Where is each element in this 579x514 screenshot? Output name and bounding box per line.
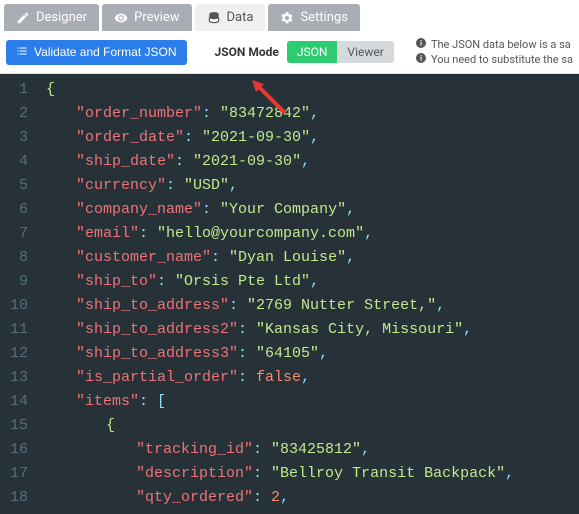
info-icon: i (415, 52, 427, 67)
toolbar: Validate and Format JSON JSON Mode JSON … (0, 31, 579, 74)
code-line: "ship_date": "2021-09-30", (46, 150, 514, 174)
mode-json-button[interactable]: JSON (287, 41, 338, 63)
code-line: "ship_to": "Orsis Pte Ltd", (46, 270, 514, 294)
tab-label: Preview (134, 10, 179, 25)
tab-label: Data (227, 10, 254, 25)
validate-button[interactable]: Validate and Format JSON (6, 40, 187, 65)
svg-text:i: i (420, 55, 422, 63)
code-line: { (46, 414, 514, 438)
code-line: "ship_to_address3": "64105", (46, 342, 514, 366)
tab-preview[interactable]: Preview (102, 4, 191, 31)
code-line: "company_name": "Your Company", (46, 198, 514, 222)
gear-icon (280, 11, 294, 25)
line-gutter: 123456789101112131415161718 (0, 74, 38, 514)
mode-label: JSON Mode (215, 45, 279, 59)
database-icon (207, 11, 221, 25)
tab-designer[interactable]: Designer (4, 4, 99, 31)
eye-icon (114, 11, 128, 25)
info-text: You need to substitute the sa (431, 53, 573, 66)
info-text: The JSON data below is a sa (431, 38, 571, 51)
list-icon (16, 45, 28, 60)
tab-label: Settings (300, 10, 347, 25)
tab-settings[interactable]: Settings (268, 4, 359, 31)
code-line: "ship_to_address2": "Kansas City, Missou… (46, 318, 514, 342)
code-line: "customer_name": "Dyan Louise", (46, 246, 514, 270)
tab-bar: Designer Preview Data Settings (0, 0, 579, 31)
code-line: "ship_to_address": "2769 Nutter Street,"… (46, 294, 514, 318)
code-line: "is_partial_order": false, (46, 366, 514, 390)
json-editor[interactable]: 123456789101112131415161718 {"order_numb… (0, 74, 579, 514)
code-line: "currency": "USD", (46, 174, 514, 198)
svg-text:i: i (420, 40, 422, 48)
code-line: "email": "hello@yourcompany.com", (46, 222, 514, 246)
code-line: "order_number": "83472842", (46, 102, 514, 126)
mode-toggle: JSON Viewer (287, 41, 394, 63)
tab-data[interactable]: Data (195, 4, 266, 31)
code-line: "tracking_id": "83425812", (46, 438, 514, 462)
info-block: i The JSON data below is a sa i You need… (415, 37, 573, 67)
code-line: "order_date": "2021-09-30", (46, 126, 514, 150)
code-line: "items": [ (46, 390, 514, 414)
code-content[interactable]: {"order_number": "83472842","order_date"… (38, 74, 514, 514)
code-line: { (46, 78, 514, 102)
validate-label: Validate and Format JSON (34, 45, 177, 59)
code-line: "qty_ordered": 2, (46, 486, 514, 510)
pencil-icon (16, 11, 30, 25)
code-line: "description": "Bellroy Transit Backpack… (46, 462, 514, 486)
mode-viewer-button[interactable]: Viewer (337, 41, 393, 63)
info-icon: i (415, 37, 427, 52)
tab-label: Designer (36, 10, 87, 25)
